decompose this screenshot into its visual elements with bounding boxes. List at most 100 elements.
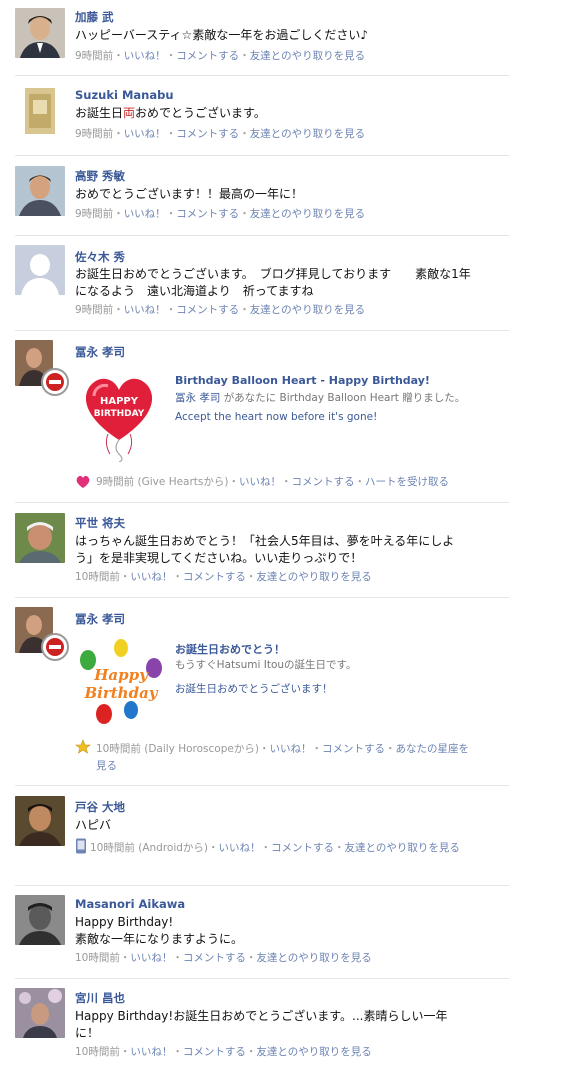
comment-link[interactable]: コメントする <box>322 743 385 755</box>
post-meta: 9時間前・いいね！・コメントする・友達とのやり取りを見る <box>75 304 366 316</box>
post-message-line: 素敵な一年になりますように。 <box>75 932 244 946</box>
like-link[interactable]: いいね！ <box>239 476 281 488</box>
like-link[interactable]: いいね！ <box>269 743 311 755</box>
app-badge-icon <box>41 633 69 661</box>
author-name[interactable]: 冨永 孝司 <box>75 611 125 627</box>
post-time[interactable]: 9時間前 <box>75 208 113 220</box>
post-meta: 9時間前・いいね！・コメントする・友達とのやり取りを見る <box>75 128 366 140</box>
avatar[interactable] <box>15 796 65 846</box>
post-time[interactable]: 9時間前 <box>75 128 113 140</box>
author-name[interactable]: Masanori Aikawa <box>75 897 185 911</box>
comment-link[interactable]: コメントする <box>183 1046 246 1058</box>
post-message: おめでとうございます！！最高の一年に！ <box>75 187 304 201</box>
post-message: Happy Birthday!お誕生日おめでとうございます。...素晴らしい一年… <box>75 1009 448 1040</box>
divider <box>15 502 509 503</box>
author-name[interactable]: 加藤 武 <box>75 9 114 25</box>
divider <box>15 330 509 331</box>
author-name[interactable]: 冨永 孝司 <box>75 344 125 360</box>
post-message: はっちゃん誕生日おめでとう！「社会人5年目は、夢を叶える年にしよう」を是非実現し… <box>75 534 455 565</box>
post-message-line: Happy Birthday! <box>75 915 174 929</box>
post-time[interactable]: 10時間前 <box>90 842 135 854</box>
heart-icon <box>75 474 91 490</box>
star-icon <box>75 739 91 755</box>
divider <box>15 235 509 236</box>
post-message: お誕生日おめでとうございます。 ブログ拝見しております 素敵な1年になるよう 遠… <box>75 267 471 298</box>
post-meta: 9時間前・いいね！・コメントする・友達とのやり取りを見る <box>75 208 366 220</box>
emoji-char: 両 <box>123 106 136 120</box>
happy-birthday-balloons-icon[interactable]: Happy Birthday <box>76 638 166 728</box>
post-meta: 10時間前・いいね！・コメントする・友達とのやり取りを見る <box>75 571 372 583</box>
app-title-link[interactable]: Birthday Balloon Heart - Happy Birthday! <box>175 374 430 387</box>
divider <box>15 885 509 886</box>
comment-link[interactable]: コメントする <box>176 128 239 140</box>
avatar[interactable] <box>15 988 65 1038</box>
post-message: ハッピーバースティ☆素敵な一年をお過ごしください♪ <box>75 28 368 42</box>
divider <box>15 75 509 76</box>
post-time[interactable]: 9時間前 <box>75 304 113 316</box>
author-name[interactable]: 宮川 昌也 <box>75 990 125 1006</box>
author-name[interactable]: 高野 秀敏 <box>75 168 125 184</box>
like-link[interactable]: いいね！ <box>130 1046 172 1058</box>
post-meta: 9時間前・いいね！・コメントする・友達とのやり取りを見る <box>75 50 366 62</box>
like-link[interactable]: いいね！ <box>124 208 166 220</box>
see-friendship-link[interactable]: 友達とのやり取りを見る <box>256 571 371 583</box>
accept-heart-link[interactable]: Accept the heart now before it's gone! <box>175 411 377 423</box>
send-birthday-link[interactable]: お誕生日おめでとうございます！ <box>175 681 333 696</box>
comment-link[interactable]: コメントする <box>183 952 246 964</box>
like-link[interactable]: いいね！ <box>130 571 172 583</box>
see-friendship-link[interactable]: 友達とのやり取りを見る <box>250 208 365 220</box>
comment-link[interactable]: コメントする <box>176 208 239 220</box>
like-link[interactable]: いいね！ <box>124 304 166 316</box>
post-time[interactable]: 10時間前 <box>96 743 141 755</box>
comment-link[interactable]: コメントする <box>183 571 246 583</box>
see-friendship-link[interactable]: 友達とのやり取りを見る <box>256 952 371 964</box>
avatar[interactable] <box>15 245 65 295</box>
like-link[interactable]: いいね！ <box>124 50 166 62</box>
avatar[interactable] <box>15 513 65 563</box>
post-message: Happy Birthday! 素敵な一年になりますように。 <box>75 914 475 948</box>
avatar[interactable] <box>15 86 65 136</box>
post-time[interactable]: 10時間前 <box>75 1046 120 1058</box>
svg-text:HAPPY: HAPPY <box>100 396 139 407</box>
app-subtitle: もうすぐHatsumi Itouの誕生日です。 <box>175 659 357 671</box>
comment-link[interactable]: コメントする <box>271 842 334 854</box>
comment-link[interactable]: コメントする <box>291 476 354 488</box>
post-meta: 9時間前 (Give Heartsから)・いいね！・コメントする・ハートを受け取… <box>96 476 449 488</box>
comment-link[interactable]: コメントする <box>176 304 239 316</box>
like-link[interactable]: いいね！ <box>124 128 166 140</box>
divider <box>15 785 509 786</box>
author-name[interactable]: 佐々木 秀 <box>75 249 125 265</box>
post-meta: 10時間前 (Daily Horoscopeから)・いいね！・コメントする・あな… <box>96 743 469 772</box>
avatar[interactable] <box>15 166 65 216</box>
post-time[interactable]: 9時間前 <box>96 476 134 488</box>
like-link[interactable]: いいね！ <box>130 952 172 964</box>
post-time[interactable]: 9時間前 <box>75 50 113 62</box>
post-time[interactable]: 10時間前 <box>75 571 120 583</box>
divider <box>15 155 509 156</box>
sender-name-link[interactable]: 冨永 孝司 <box>175 392 220 404</box>
author-name[interactable]: 平世 将夫 <box>75 515 125 531</box>
svg-text:Happy: Happy <box>93 666 149 684</box>
via-app[interactable]: (Daily Horoscopeから) <box>144 743 259 755</box>
svg-text:BIRTHDAY: BIRTHDAY <box>94 409 145 419</box>
see-friendship-link[interactable]: 友達とのやり取りを見る <box>250 50 365 62</box>
avatar[interactable] <box>15 895 65 945</box>
comment-link[interactable]: コメントする <box>176 50 239 62</box>
author-name[interactable]: 戸谷 大地 <box>75 799 125 815</box>
divider <box>15 597 509 598</box>
balloon-heart-icon[interactable]: HAPPY BIRTHDAY <box>78 370 160 463</box>
app-title-link[interactable]: お誕生日おめでとう！ <box>175 641 285 657</box>
post-time[interactable]: 10時間前 <box>75 952 120 964</box>
app-badge-icon <box>41 368 69 396</box>
via-app[interactable]: (Give Heartsから) <box>138 476 229 488</box>
via-app[interactable]: (Androidから) <box>138 842 208 854</box>
avatar[interactable] <box>15 8 65 58</box>
see-friendship-link[interactable]: 友達とのやり取りを見る <box>345 842 460 854</box>
see-friendship-link[interactable]: 友達とのやり取りを見る <box>256 1046 371 1058</box>
author-name[interactable]: Suzuki Manabu <box>75 88 174 102</box>
see-friendship-link[interactable]: 友達とのやり取りを見る <box>250 304 365 316</box>
like-link[interactable]: いいね！ <box>219 842 261 854</box>
post-meta: 10時間前・いいね！・コメントする・友達とのやり取りを見る <box>75 952 372 964</box>
accept-heart-action[interactable]: ハートを受け取る <box>365 476 449 488</box>
see-friendship-link[interactable]: 友達とのやり取りを見る <box>250 128 365 140</box>
